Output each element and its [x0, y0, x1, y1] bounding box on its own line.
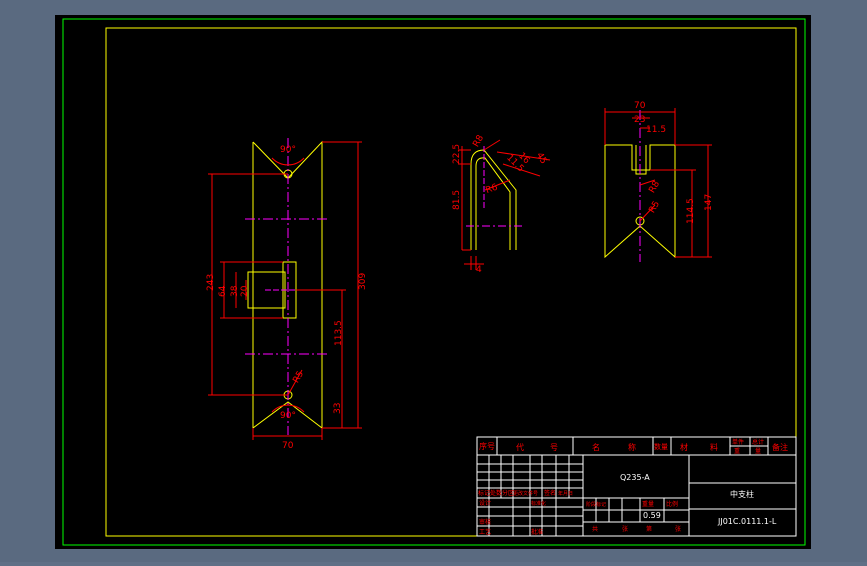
drawing-number: JJ01C.0111.1-L: [717, 517, 777, 526]
th-material-1: 材: [680, 442, 688, 452]
front-angle-bottom: 90°: [280, 411, 296, 421]
front-dim-bottom: 33: [333, 403, 343, 414]
label-change-doc: 更改文件号: [513, 490, 538, 497]
th-unit: 单件: [732, 438, 744, 446]
front-dim-to-slot: 113.5: [334, 320, 344, 346]
front-dim-holes: 243: [206, 274, 216, 291]
label-date: 年月日: [558, 490, 573, 497]
end-dim-slot-top: 11.5: [646, 125, 666, 135]
th-total: 总计: [752, 438, 764, 446]
th-remark: 备注: [772, 442, 788, 452]
end-dim-width: 70: [634, 101, 646, 111]
label-scale: 比例: [666, 500, 678, 508]
label-sheet-total: 共: [592, 525, 598, 533]
th-material-2: 料: [710, 442, 718, 452]
th-code-1: 代: [516, 442, 524, 452]
th-index: 序号: [479, 441, 495, 451]
part-name: 中支柱: [730, 489, 754, 499]
th-weight-2: 量: [755, 448, 761, 455]
material-value: Q235-A: [620, 473, 650, 482]
label-sheet-no: 第: [646, 525, 652, 533]
label-sheet-total-unit: 张: [622, 525, 628, 533]
th-name-1: 名: [592, 442, 600, 452]
side-dim-vertical: 81.5: [452, 190, 462, 210]
label-approve: 批准: [531, 528, 543, 536]
label-count: 处数: [490, 489, 502, 497]
side-dim-thickness: 4: [476, 265, 482, 275]
label-proofread: 审核: [479, 518, 491, 526]
side-dim-top: 22.5: [452, 144, 462, 164]
label-standardize: 标准化: [531, 500, 546, 507]
end-dim-height: 147: [704, 194, 714, 211]
label-stage-mark: 阶段标记: [586, 501, 606, 508]
label-craft: 工艺: [479, 528, 491, 536]
end-dim-slot: 23: [634, 115, 645, 125]
th-code-2: 号: [550, 443, 558, 452]
th-name-2: 称: [628, 442, 636, 452]
front-dim-slot: 64: [218, 285, 228, 297]
th-weight-1: 重: [734, 447, 740, 455]
model-space: [55, 15, 811, 549]
label-marks: 标记: [478, 489, 490, 497]
cad-viewport[interactable]: 90° 90° 309 243 64 38 20 113.5 33 70 R5 …: [0, 0, 867, 562]
th-qty: 数量: [654, 442, 668, 451]
weight-value: 0.59: [643, 511, 661, 520]
front-dim-slot-inner: 38: [230, 285, 240, 297]
end-dim-inner: 114.5: [686, 198, 696, 224]
front-dim-overall: 309: [358, 273, 368, 290]
label-weight-col: 重量: [642, 500, 654, 508]
drawing-canvas[interactable]: 90° 90° 309 243 64 38 20 113.5 33 70 R5 …: [0, 0, 867, 562]
label-sheet-no-unit: 张: [675, 525, 681, 533]
front-dim-width: 70: [282, 441, 294, 451]
front-dim-slot-small: 20: [240, 285, 250, 297]
label-signature: 签名: [544, 489, 556, 497]
label-design: 设计: [479, 499, 491, 507]
front-angle-top: 90°: [280, 145, 296, 155]
